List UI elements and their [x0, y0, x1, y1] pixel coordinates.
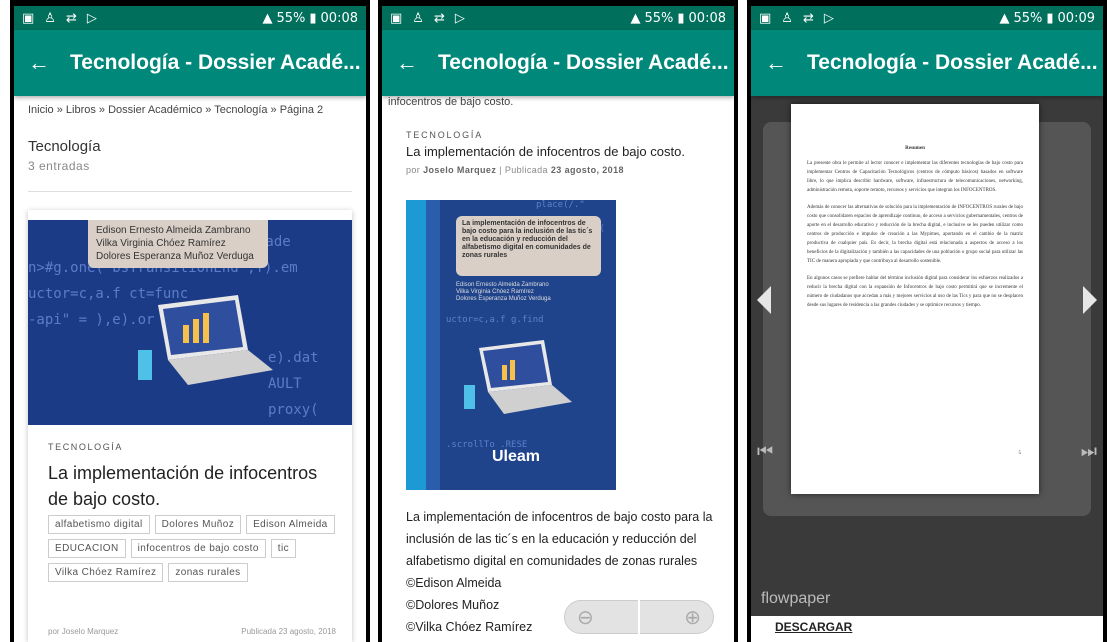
person-icon: ♙ — [44, 10, 56, 26]
play-icon: ▷ — [823, 10, 834, 26]
page-content[interactable]: Resumen La presente obra le permite al l… — [751, 96, 1103, 642]
tag-list: alfabetismo digital Dolores Muñoz Edison… — [48, 515, 342, 582]
first-page-icon[interactable]: ⏮ — [757, 441, 773, 462]
laptop-illustration-icon — [464, 340, 572, 414]
clock: 00:08 — [320, 10, 358, 26]
cover-code-decoration: proxy( — [268, 402, 319, 418]
notification-icon: ▣ — [390, 10, 403, 26]
battery-percent: 55% — [1013, 10, 1043, 26]
book-cover-image: place(/." activate( uctor=c,a.f g.find .… — [406, 200, 616, 490]
book-title-box: La implementación de infocentros de bajo… — [456, 216, 601, 276]
page-content[interactable]: infocentros de bajo costo. TECNOLOGÍA La… — [382, 96, 734, 642]
sync-icon: ⇄ — [433, 10, 445, 26]
book-spine-inner — [426, 200, 440, 490]
notification-icon: ▣ — [759, 10, 772, 26]
clock: 00:08 — [688, 10, 726, 26]
document-page[interactable]: Resumen La presente obra le permite al l… — [791, 104, 1039, 494]
document-heading: Resumen — [905, 146, 925, 151]
signal-icon: ▲ — [262, 10, 273, 26]
laptop-illustration-icon — [138, 295, 273, 385]
status-bar: ▣ ♙ ⇄ ▷ ▲ 55% ▮ 00:08 — [382, 6, 734, 30]
app-bar: ← Tecnología - Dossier Acadé... — [382, 30, 734, 96]
app-title: Tecnología - Dossier Acadé... — [807, 51, 1098, 74]
tag[interactable]: Vilka Chóez Ramírez — [48, 563, 164, 582]
cover-authors: Edison Ernesto Almeida Zambrano Vilka Vi… — [88, 220, 268, 268]
post-date: Publicada 23 agosto, 2018 — [241, 627, 336, 636]
battery-percent: 55% — [644, 10, 674, 26]
app-title: Tecnología - Dossier Acadé... — [70, 51, 361, 74]
zoom-divider — [638, 600, 640, 634]
tag[interactable]: zonas rurales — [168, 563, 248, 582]
tag[interactable]: EDUCACION — [48, 539, 126, 558]
divider — [28, 191, 352, 192]
back-arrow-icon[interactable]: ← — [751, 50, 795, 76]
cover-code-decoration: -api" = ),e).or — [28, 312, 155, 328]
uleam-logo: Uleam — [492, 448, 541, 465]
document-paragraph: Además de conocer las alternativas de so… — [807, 205, 1023, 264]
document-paragraph: En algunos casos se prefiere hablar del … — [807, 276, 1023, 308]
post-cover-image[interactable]: cl ss("fade n>#g.one("bsTransitionEnd",f… — [28, 220, 352, 425]
signal-icon: ▲ — [999, 10, 1010, 26]
person-icon: ♙ — [781, 10, 793, 26]
play-icon: ▷ — [454, 10, 465, 26]
tag[interactable]: infocentros de bajo costo — [130, 539, 266, 558]
document-viewer[interactable]: Resumen La presente obra le permite al l… — [751, 96, 1103, 616]
next-page-icon[interactable] — [1083, 286, 1097, 314]
post-title[interactable]: La implementación de infocentros de bajo… — [48, 460, 336, 512]
post-category[interactable]: TECNOLOGÍA — [382, 110, 734, 140]
notification-icon: ▣ — [22, 10, 35, 26]
post-meta: por Joselo Marquez Publicada 23 agosto, … — [48, 627, 336, 636]
tag[interactable]: tic — [270, 539, 296, 558]
previous-text: infocentros de bajo costo. — [388, 96, 514, 108]
app-bar: ← Tecnología - Dossier Acadé... — [14, 30, 366, 96]
cover-code-decoration: place(/." — [536, 200, 585, 210]
app-title: Tecnología - Dossier Acadé... — [438, 51, 729, 74]
sync-icon: ⇄ — [802, 10, 814, 26]
play-icon: ▷ — [86, 10, 97, 26]
category-title: Tecnología — [28, 138, 101, 155]
battery-icon: ▮ — [677, 10, 685, 26]
battery-icon: ▮ — [1046, 10, 1054, 26]
post-title: La implementación de infocentros de bajo… — [406, 144, 685, 159]
tag[interactable]: alfabetismo digital — [48, 515, 150, 534]
document-paragraph: La presente obra le permite al lector co… — [807, 161, 1023, 193]
page-content[interactable]: Inicio » Libros » Dossier Académico » Te… — [14, 96, 366, 642]
sync-icon: ⇄ — [65, 10, 77, 26]
signal-icon: ▲ — [630, 10, 641, 26]
book-spine — [406, 200, 426, 490]
tag[interactable]: Edison Almeida — [246, 515, 335, 534]
zoom-in-icon[interactable]: ⊕ — [684, 605, 701, 630]
zoom-out-icon[interactable]: ⊖ — [577, 605, 594, 630]
post-meta: por Joselo Marquez | Publicada 23 agosto… — [406, 165, 624, 175]
person-icon: ♙ — [412, 10, 424, 26]
post-card[interactable]: cl ss("fade n>#g.one("bsTransitionEnd",f… — [28, 210, 352, 642]
last-page-icon[interactable]: ⏭ — [1081, 441, 1097, 462]
page-number: 5 — [1018, 451, 1022, 456]
entries-count: 3 entradas — [28, 159, 90, 173]
download-link[interactable]: DESCARGAR — [775, 620, 852, 634]
zoom-control: ⊖ ⊕ — [564, 600, 714, 634]
credit: ©Edison Almeida — [406, 576, 502, 590]
phone-screen-1: ▣ ♙ ⇄ ▷ ▲ 55% ▮ 00:08 ← Tecnología - Dossier A… — [10, 0, 370, 642]
battery-icon: ▮ — [309, 10, 317, 26]
previous-page-icon[interactable] — [757, 286, 771, 314]
phone-screen-3: ▣ ♙ ⇄ ▷ ▲ 55% ▮ 00:09 ← Tecnología - Dossier A… — [747, 0, 1107, 642]
clock: 00:09 — [1057, 10, 1095, 26]
status-bar: ▣ ♙ ⇄ ▷ ▲ 55% ▮ 00:08 — [14, 6, 366, 30]
post-author[interactable]: por Joselo Marquez — [48, 627, 118, 636]
app-bar: ← Tecnología - Dossier Acadé... — [751, 30, 1103, 96]
battery-percent: 55% — [276, 10, 306, 26]
cover-code-decoration: uctor=c,a.f g.find — [446, 315, 544, 325]
tag[interactable]: Dolores Muñoz — [154, 515, 242, 534]
flowpaper-logo: flowpaper — [761, 590, 831, 607]
breadcrumb[interactable]: Inicio » Libros » Dossier Académico » Te… — [14, 96, 366, 124]
post-category[interactable]: TECNOLOGÍA — [48, 442, 123, 452]
status-bar: ▣ ♙ ⇄ ▷ ▲ 55% ▮ 00:09 — [751, 6, 1103, 30]
back-arrow-icon[interactable]: ← — [14, 50, 58, 76]
post-date: 23 agosto, 2018 — [550, 165, 624, 175]
back-arrow-icon[interactable]: ← — [382, 50, 426, 76]
phone-screen-2: ▣ ♙ ⇄ ▷ ▲ 55% ▮ 00:08 ← Tecnología - Dossier A… — [378, 0, 738, 642]
post-author[interactable]: Joselo Marquez — [423, 165, 496, 175]
book-authors: Edison Ernesto Almeida Zambrano Vilka Vi… — [456, 282, 551, 302]
